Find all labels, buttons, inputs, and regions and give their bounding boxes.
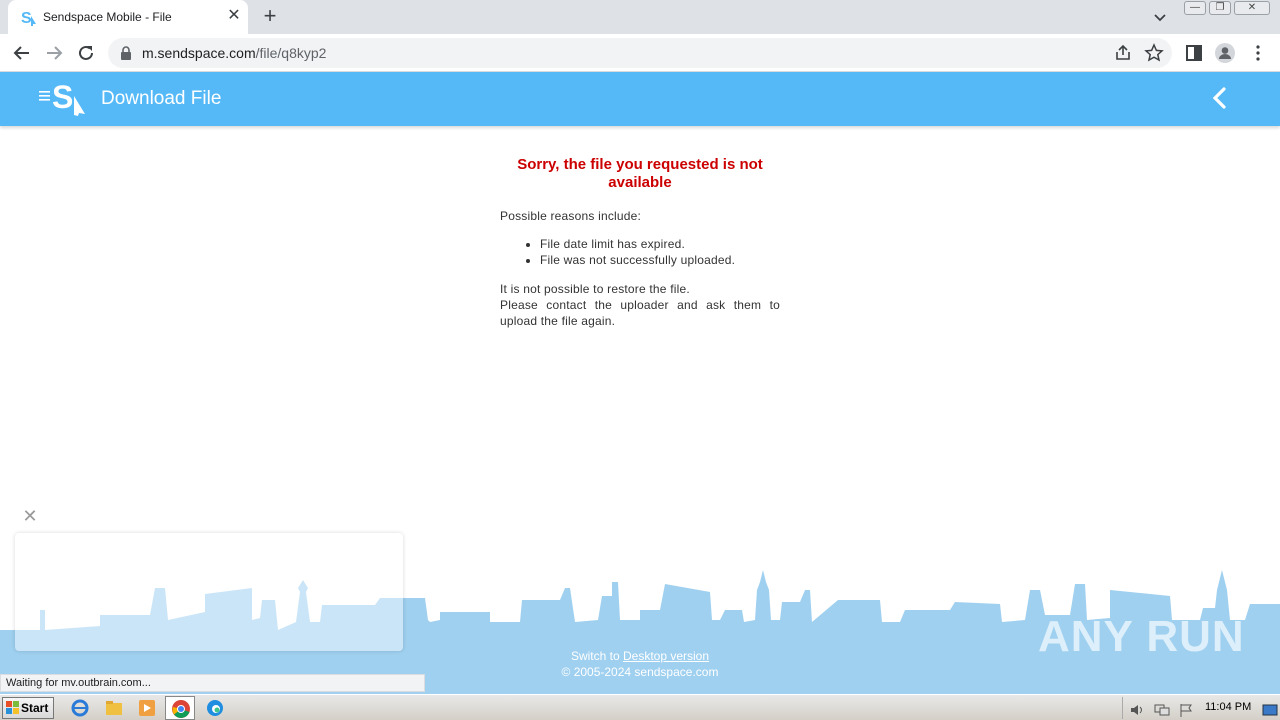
ad-container[interactable] — [15, 533, 403, 651]
share-icon[interactable] — [1112, 42, 1134, 64]
volume-icon[interactable] — [1129, 702, 1147, 718]
tab-strip: S Sendspace Mobile - File ✕ + — ❐ ✕ — [0, 0, 1280, 34]
browser-toolbar: m.sendspace.com/file/q8kyp2 — [0, 34, 1280, 72]
switch-prefix: Switch to — [570, 649, 623, 663]
error-title: Sorry, the file you requested is not ava… — [517, 156, 763, 191]
url-path: /file/q8kyp2 — [255, 45, 327, 61]
window-close-button[interactable]: ✕ — [1234, 1, 1270, 15]
restore-text: It is not possible to restore the file. … — [500, 281, 780, 329]
svg-text:S: S — [52, 80, 73, 115]
site-header: S Download File — [0, 72, 1280, 126]
new-tab-button[interactable]: + — [258, 5, 282, 29]
tab-search-chevron-icon[interactable] — [1150, 7, 1170, 27]
window-minimize-button[interactable]: — — [1184, 1, 1206, 15]
system-tray: 11:04 PM — [1122, 697, 1280, 719]
reasons-list: File date limit has expired. File was no… — [500, 236, 780, 268]
profile-avatar-icon[interactable] — [1214, 42, 1236, 64]
forward-arrow-icon[interactable] — [43, 42, 65, 64]
internet-explorer-icon[interactable] — [70, 698, 90, 718]
chrome-icon — [172, 700, 190, 718]
windows-logo-icon — [6, 701, 19, 714]
media-player-icon[interactable] — [137, 698, 157, 718]
sendspace-logo[interactable]: S — [52, 80, 88, 116]
url-text: m.sendspace.com/file/q8kyp2 — [142, 45, 326, 61]
anyrun-watermark: ANY RUN — [1038, 612, 1245, 661]
bookmark-star-icon[interactable] — [1143, 42, 1165, 64]
loading-status-bubble: Waiting for mv.outbrain.com... — [0, 674, 425, 692]
back-chevron-icon[interactable] — [1208, 86, 1232, 110]
restore-line-2: Please contact the uploader and ask them… — [500, 298, 780, 328]
list-item: File was not successfully uploaded. — [540, 252, 780, 268]
start-button[interactable]: Start — [2, 697, 54, 719]
svg-text:S: S — [21, 10, 32, 26]
sendspace-favicon-icon: S — [21, 10, 36, 26]
edge-icon[interactable] — [205, 698, 225, 718]
reasons-intro: Possible reasons include: — [500, 209, 642, 223]
restore-line-1: It is not possible to restore the file. — [500, 282, 690, 296]
tab-title: Sendspace Mobile - File — [43, 10, 172, 24]
file-explorer-icon[interactable] — [104, 698, 124, 718]
start-label: Start — [21, 701, 49, 715]
windows-taskbar: Start 11:04 PM — [0, 694, 1280, 720]
browser-tab[interactable]: S Sendspace Mobile - File ✕ — [8, 0, 248, 34]
lock-icon[interactable] — [120, 46, 132, 60]
ad-close-icon[interactable]: ✕ — [21, 507, 39, 525]
side-panel-icon[interactable] — [1183, 42, 1205, 64]
kebab-menu-icon[interactable] — [1247, 42, 1269, 64]
back-arrow-icon[interactable] — [11, 42, 33, 64]
desktop-version-link[interactable]: Desktop version — [623, 649, 709, 663]
window-restore-button[interactable]: ❐ — [1209, 1, 1231, 15]
reload-icon[interactable] — [75, 42, 97, 64]
show-desktop-icon[interactable] — [1261, 702, 1279, 718]
hamburger-menu-icon[interactable] — [39, 89, 51, 103]
clock[interactable]: 11:04 PM — [1205, 701, 1251, 713]
error-content: Sorry, the file you requested is not ava… — [500, 156, 780, 329]
action-center-flag-icon[interactable] — [1177, 702, 1195, 718]
network-icon[interactable] — [1153, 702, 1171, 718]
page-title: Download File — [101, 88, 222, 109]
tab-close-icon[interactable]: ✕ — [225, 7, 243, 25]
address-bar[interactable]: m.sendspace.com/file/q8kyp2 — [108, 38, 1172, 68]
url-host: m.sendspace.com — [142, 45, 256, 61]
list-item: File date limit has expired. — [540, 236, 780, 252]
chrome-taskbar-button[interactable] — [165, 696, 195, 720]
